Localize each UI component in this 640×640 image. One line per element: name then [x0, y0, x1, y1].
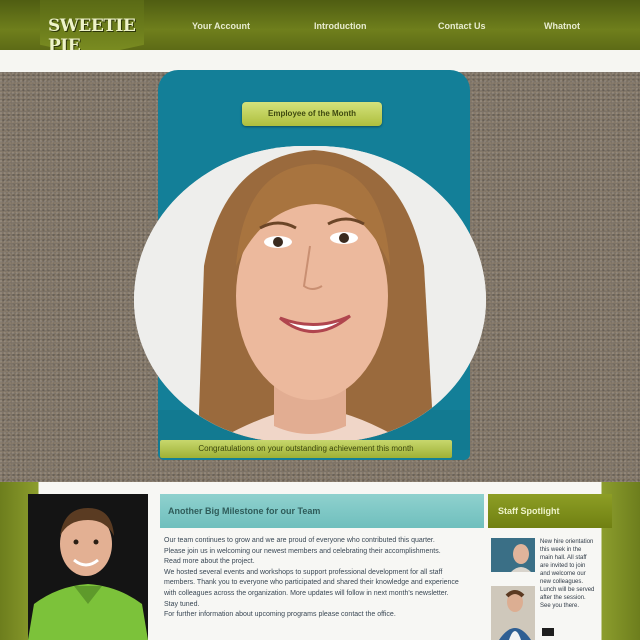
side-photo-top — [491, 538, 535, 572]
article-line: We hosted several events and workshops t… — [164, 568, 443, 576]
staff-photo — [28, 494, 148, 640]
side-photo-bottom-image — [491, 586, 535, 640]
section-title: Another Big Milestone for our Team — [160, 494, 484, 528]
side-line: New hire orientation — [540, 539, 594, 545]
article-line: with colleagues across the organization.… — [164, 589, 449, 597]
nav-link-whatnot[interactable]: Whatnot — [544, 21, 580, 31]
side-line: are invited to join — [540, 563, 586, 569]
staff-photo-image — [28, 494, 148, 640]
side-notes: New hire orientation this week in the ma… — [540, 538, 608, 610]
card-title-badge: Employee of the Month — [242, 102, 382, 126]
side-photo-top-image — [491, 538, 535, 572]
side-line: this week in the — [540, 547, 582, 553]
article-line: For further information about upcoming p… — [164, 611, 396, 619]
article-line: Please join us in welcoming our newest m… — [164, 547, 441, 555]
side-line: and welcome our — [540, 571, 586, 577]
nav-link-contact[interactable]: Contact Us — [438, 21, 486, 31]
play-icon[interactable] — [542, 628, 554, 636]
side-line: Lunch will be served — [540, 587, 595, 593]
article-line: Stay tuned. — [164, 600, 200, 608]
header-divider — [0, 50, 640, 72]
nav-link-account[interactable]: Your Account — [192, 21, 250, 31]
portrait-image — [134, 146, 486, 442]
nav-link-introduction[interactable]: Introduction — [314, 21, 367, 31]
side-line: See you there. — [540, 603, 580, 609]
side-line: main hall. All staff — [540, 555, 587, 561]
side-line: new colleagues. — [540, 579, 584, 585]
side-line: after the session. — [540, 595, 586, 601]
side-photo-bottom — [491, 586, 535, 640]
article-body: Our team continues to grow and we are pr… — [164, 536, 464, 621]
featured-portrait — [134, 146, 486, 442]
side-title: Staff Spotlight — [488, 494, 612, 528]
article-link[interactable]: Read more about the project. — [164, 557, 464, 568]
card-caption: Congratulations on your outstanding achi… — [160, 440, 452, 458]
article-line: members. Thank you to everyone who parti… — [164, 579, 459, 587]
article-line: Our team continues to grow and we are pr… — [164, 537, 435, 544]
